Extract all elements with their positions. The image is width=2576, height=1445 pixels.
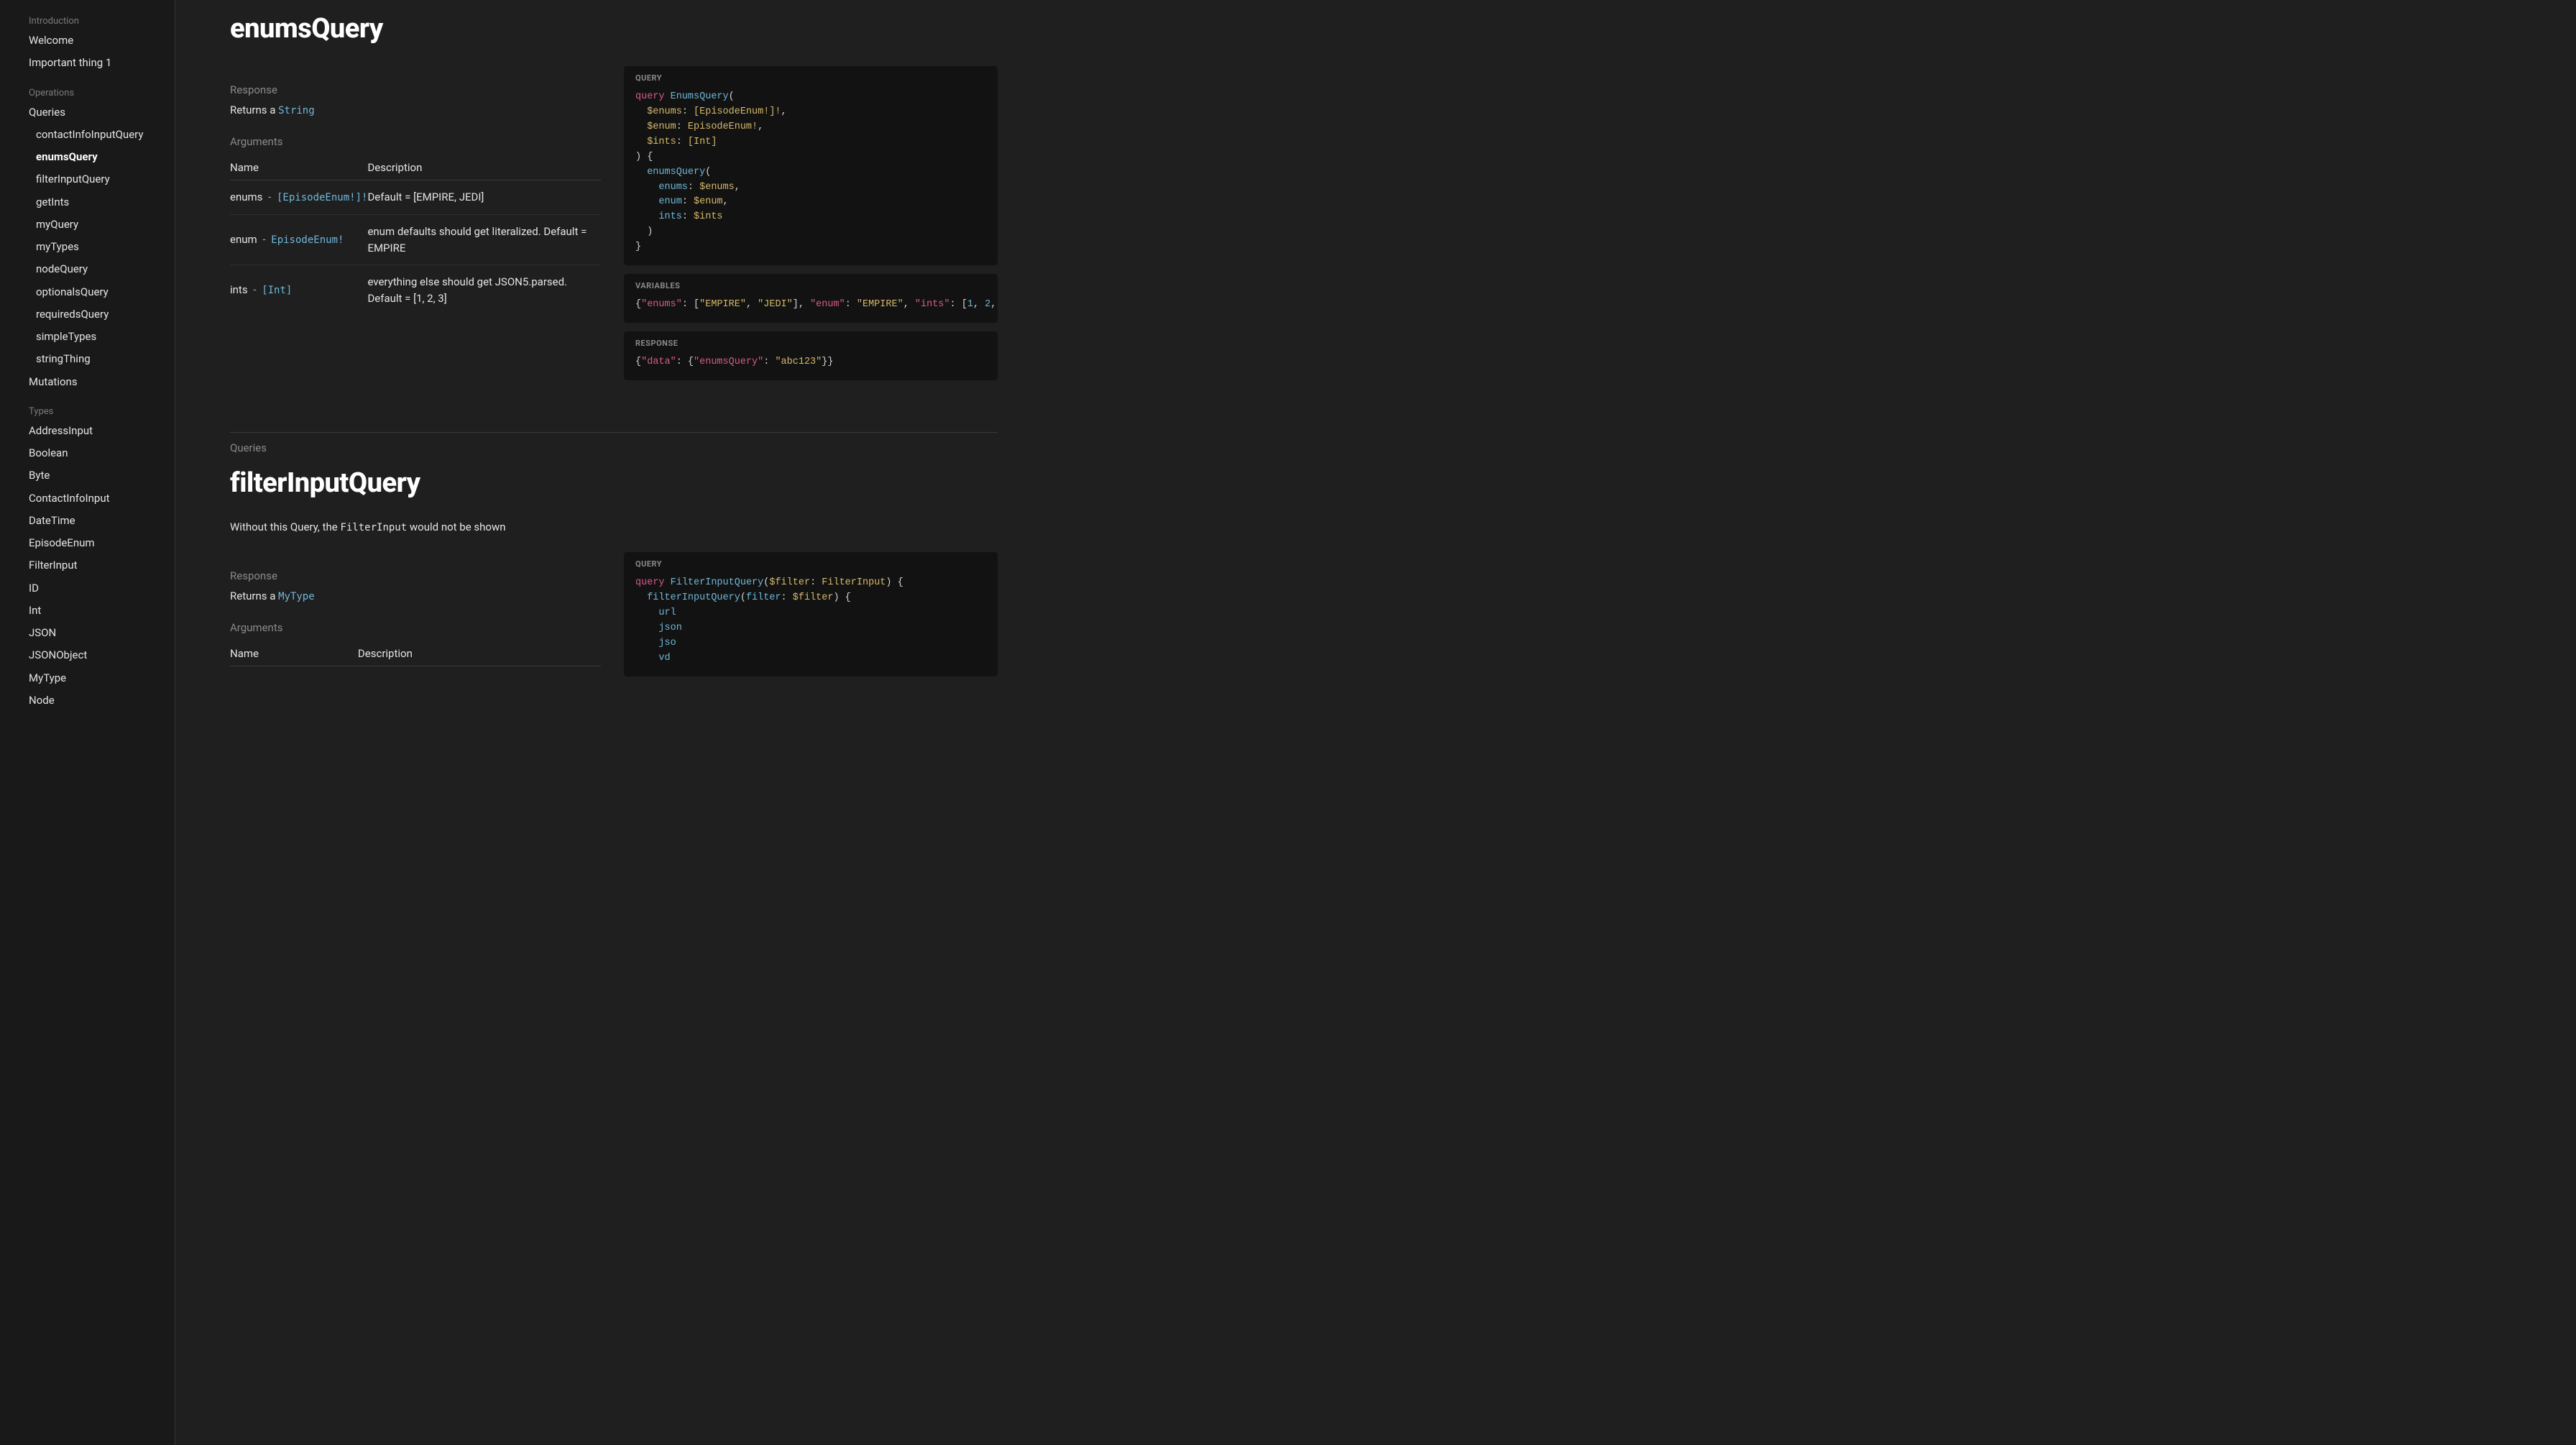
table-row: enums - [EpisodeEnum!]!Default = [EMPIRE… [230,180,601,215]
return-type-link[interactable]: MyType [278,591,315,602]
arg-name-cell: ints - [Int] [230,265,367,316]
description: Without this Query, the FilterInput woul… [230,520,998,533]
sidebar-item[interactable]: ContactInfoInput [0,487,175,510]
table-row: enum - EpisodeEnum!enum defaults should … [230,215,601,265]
arg-type-link[interactable]: [Int] [262,285,292,296]
sidebar-item[interactable]: FilterInput [0,554,175,577]
right-column: QUERY query FilterInputQuery($filter: Fi… [624,552,998,685]
response-label: Response [230,569,601,582]
section-divider [230,432,998,433]
sidebar-item[interactable]: AddressInput [0,420,175,442]
query-code: query FilterInputQuery($filter: FilterIn… [624,572,998,676]
sidebar-item[interactable]: Queries [0,101,175,124]
arguments-table: Name Description [230,641,601,666]
arg-type-link[interactable]: EpisodeEnum! [271,234,344,246]
sidebar-item[interactable]: filterInputQuery [0,168,175,191]
sidebar-item[interactable]: myQuery [0,214,175,236]
sidebar-item[interactable]: Byte [0,464,175,487]
variables-panel: VARIABLES {"enums": ["EMPIRE", "JEDI"], … [624,274,998,323]
sidebar-item[interactable]: simpleTypes [0,326,175,348]
query-panel: QUERY query EnumsQuery( $enums: [Episode… [624,66,998,265]
sidebar-item[interactable]: Boolean [0,442,175,464]
sidebar-item[interactable]: MyType [0,667,175,689]
panel-header: VARIABLES [624,274,998,293]
sidebar-item[interactable]: myTypes [0,236,175,258]
sidebar-item[interactable]: enumsQuery [0,146,175,168]
sidebar-item[interactable]: Mutations [0,371,175,393]
panel-header: QUERY [624,66,998,86]
sidebar-section-title: Operations [0,88,175,98]
sidebar-item[interactable]: getInts [0,191,175,214]
left-column: Response Returns a String Arguments Name… [230,66,601,315]
page-title: enumsQuery [230,13,998,45]
sidebar-item[interactable]: nodeQuery [0,258,175,280]
sidebar-section-title: Types [0,406,175,417]
arg-type-link[interactable]: [EpisodeEnum!]! [277,192,367,203]
sidebar-item[interactable]: Important thing 1 [0,52,175,74]
sidebar-section-title: Introduction [0,16,175,27]
sidebar-item[interactable]: Int [0,600,175,622]
inline-type: FilterInput [340,522,407,533]
right-column: QUERY query EnumsQuery( $enums: [Episode… [624,66,998,389]
sidebar-item[interactable]: ID [0,577,175,600]
arguments-label: Arguments [230,135,601,148]
panel-header: QUERY [624,552,998,572]
sidebar-item[interactable]: DateTime [0,510,175,532]
sidebar-item[interactable]: Node [0,689,175,712]
breadcrumb: Queries [230,441,998,454]
sidebar-item[interactable]: stringThing [0,348,175,370]
arguments-label: Arguments [230,621,601,634]
sidebar-item[interactable]: JSON [0,622,175,644]
left-column: Response Returns a MyType Arguments Name… [230,552,601,666]
variables-code: {"enums": ["EMPIRE", "JEDI"], "enum": "E… [624,293,998,323]
col-name: Name [230,155,367,180]
col-desc: Description [358,641,601,666]
query-panel: QUERY query FilterInputQuery($filter: Fi… [624,552,998,676]
arg-desc-cell: Default = [EMPIRE, JEDI] [367,180,601,215]
col-name: Name [230,641,358,666]
return-type-link[interactable]: String [278,105,315,116]
arg-desc-cell: enum defaults should get literalized. De… [367,215,601,265]
sidebar-item[interactable]: optionalsQuery [0,281,175,303]
sidebar-item[interactable]: contactInfoInputQuery [0,124,175,146]
main-content: enumsQuery Response Returns a String Arg… [175,0,2576,1445]
response-label: Response [230,83,601,96]
arguments-table: Name Description enums - [EpisodeEnum!]!… [230,155,601,315]
returns-line: Returns a String [230,104,601,116]
response-panel: RESPONSE {"data": {"enumsQuery": "abc123… [624,331,998,380]
page-title: filterInputQuery [230,467,998,499]
returns-line: Returns a MyType [230,590,601,602]
sidebar-item[interactable]: requiredsQuery [0,303,175,326]
col-desc: Description [367,155,601,180]
query-code: query EnumsQuery( $enums: [EpisodeEnum!]… [624,86,998,265]
sidebar: Introduction WelcomeImportant thing 1 Oper… [0,0,175,1445]
arg-name-cell: enums - [EpisodeEnum!]! [230,180,367,215]
arg-name-cell: enum - EpisodeEnum! [230,215,367,265]
sidebar-item[interactable]: Welcome [0,29,175,52]
panel-header: RESPONSE [624,331,998,351]
sidebar-item[interactable]: JSONObject [0,644,175,666]
sidebar-item[interactable]: EpisodeEnum [0,532,175,554]
arg-desc-cell: everything else should get JSON5.parsed.… [367,265,601,316]
response-code: {"data": {"enumsQuery": "abc123"}} [624,351,998,380]
table-row: ints - [Int]everything else should get J… [230,265,601,316]
